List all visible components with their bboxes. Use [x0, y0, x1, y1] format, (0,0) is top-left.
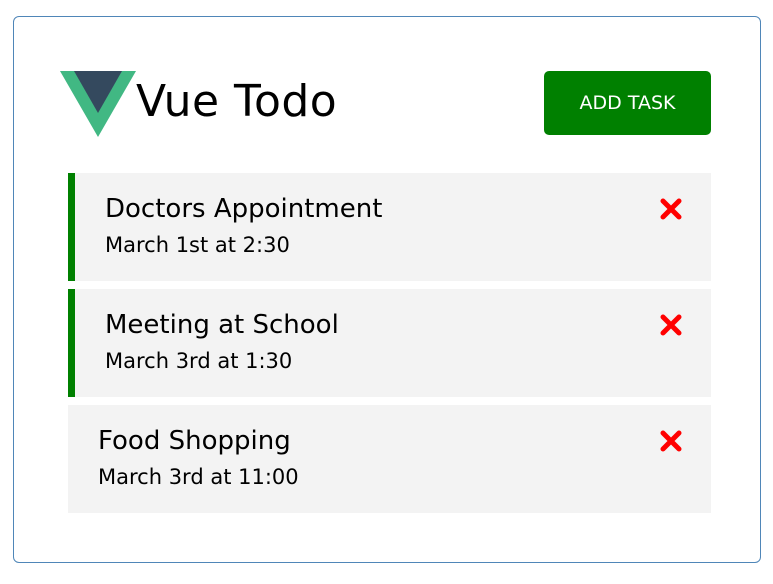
task-name: Meeting at School — [105, 310, 339, 340]
vue-logo-icon — [60, 71, 136, 137]
task-text-group: Doctors Appointment March 1st at 2:30 — [105, 191, 382, 260]
task-item[interactable]: Meeting at School March 3rd at 1:30 — [68, 289, 711, 397]
task-list: Doctors Appointment March 1st at 2:30 Me… — [68, 173, 711, 521]
task-day: March 3rd at 11:00 — [98, 465, 299, 489]
page-title: Vue Todo — [136, 76, 338, 127]
task-name: Doctors Appointment — [105, 194, 383, 224]
task-item[interactable]: Doctors Appointment March 1st at 2:30 — [68, 173, 711, 281]
task-day: March 3rd at 1:30 — [105, 349, 293, 373]
times-icon[interactable] — [659, 197, 683, 221]
times-icon[interactable] — [659, 313, 683, 337]
task-text-group: Food Shopping March 3rd at 11:00 — [98, 423, 299, 492]
app-container: Vue Todo ADD TASK Doctors Appointment Ma… — [13, 16, 761, 563]
times-icon[interactable] — [659, 429, 683, 453]
add-task-button[interactable]: ADD TASK — [544, 71, 711, 135]
task-item[interactable]: Food Shopping March 3rd at 11:00 — [68, 405, 711, 513]
task-name: Food Shopping — [98, 426, 291, 456]
task-text-group: Meeting at School March 3rd at 1:30 — [105, 307, 339, 376]
task-day: March 1st at 2:30 — [105, 233, 290, 257]
header: Vue Todo ADD TASK — [60, 71, 711, 139]
